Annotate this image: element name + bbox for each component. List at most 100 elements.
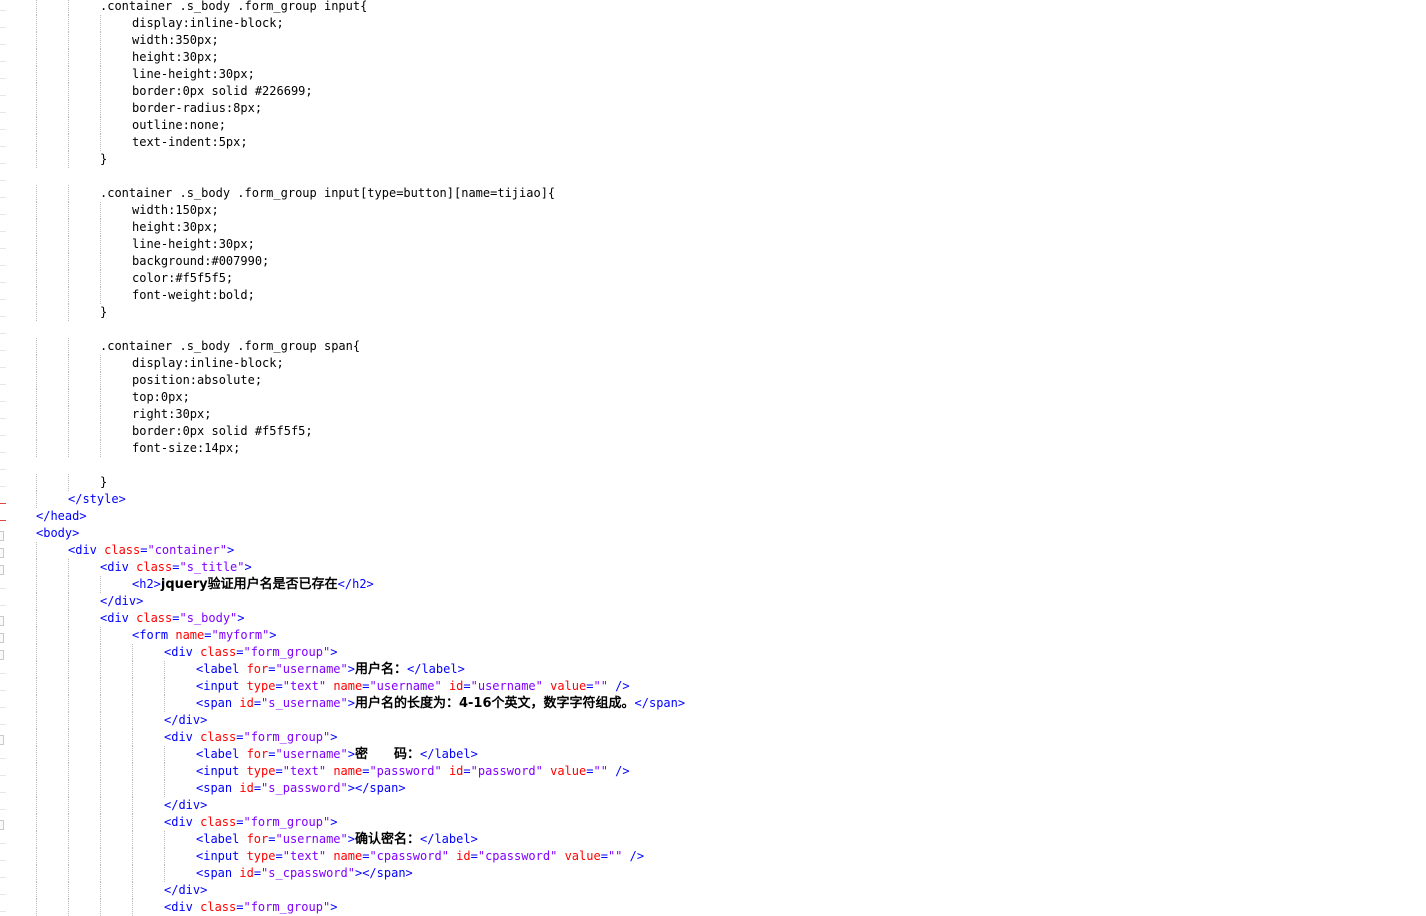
indent-guide bbox=[68, 899, 69, 916]
indent-guide bbox=[36, 372, 37, 389]
code-token-attr: name bbox=[175, 628, 205, 642]
code-line[interactable]: font-weight:bold; bbox=[132, 287, 255, 304]
code-token-text: top:0px; bbox=[132, 390, 190, 404]
code-line[interactable]: top:0px; bbox=[132, 389, 190, 406]
code-line[interactable]: line-height:30px; bbox=[132, 236, 255, 253]
code-line[interactable]: width:350px; bbox=[132, 32, 219, 49]
code-token-attr: value bbox=[564, 849, 601, 863]
code-token-attr: id bbox=[239, 866, 254, 880]
code-line[interactable]: <div class="form_group"> bbox=[164, 729, 337, 746]
code-line[interactable]: font-size:14px; bbox=[132, 440, 240, 457]
code-token-attr: id bbox=[239, 696, 254, 710]
code-line[interactable]: <input type="text" name="username" id="u… bbox=[196, 678, 630, 695]
code-line[interactable]: .container .s_body .form_group span{ bbox=[100, 338, 360, 355]
code-line[interactable]: outline:none; bbox=[132, 117, 226, 134]
indent-guide bbox=[36, 15, 37, 32]
code-line[interactable]: </style> bbox=[68, 491, 126, 508]
indent-guide bbox=[132, 695, 133, 712]
code-line[interactable]: border:0px solid #f5f5f5; bbox=[132, 423, 313, 440]
code-line[interactable]: height:30px; bbox=[132, 49, 219, 66]
code-line[interactable]: } bbox=[100, 151, 107, 168]
code-line[interactable]: <span id="s_password"></span> bbox=[196, 780, 406, 797]
code-line[interactable]: <label for="username">密 码：</label> bbox=[196, 746, 478, 763]
indent-guide bbox=[100, 236, 101, 253]
code-line[interactable]: } bbox=[100, 474, 107, 491]
code-line[interactable]: right:30px; bbox=[132, 406, 211, 423]
code-line[interactable]: } bbox=[100, 304, 107, 321]
code-token-str: "s_username" bbox=[261, 696, 348, 710]
code-line[interactable]: position:absolute; bbox=[132, 372, 262, 389]
indent-guide bbox=[68, 474, 69, 491]
indent-guide bbox=[36, 49, 37, 66]
indent-guide bbox=[100, 831, 101, 848]
indent-guide bbox=[36, 440, 37, 457]
code-line[interactable]: display:inline-block; bbox=[132, 15, 284, 32]
code-line[interactable]: <div class="s_body"> bbox=[100, 610, 245, 627]
code-line[interactable]: <label for="username">用户名：</label> bbox=[196, 661, 465, 678]
indent-guide bbox=[100, 100, 101, 117]
code-line[interactable]: <span id="s_cpassword"></span> bbox=[196, 865, 413, 882]
code-line[interactable]: <span id="s_username">用户名的长度为：4-16个英文，数字… bbox=[196, 695, 685, 712]
code-token-attr: for bbox=[246, 662, 269, 676]
indent-guide bbox=[36, 661, 37, 678]
code-line[interactable]: </div> bbox=[164, 712, 207, 729]
code-line[interactable]: </div> bbox=[164, 797, 207, 814]
code-line[interactable]: <label for="username">确认密名：</label> bbox=[196, 831, 478, 848]
indent-guide bbox=[132, 729, 133, 746]
code-line[interactable]: width:150px; bbox=[132, 202, 219, 219]
code-token-text: height:30px; bbox=[132, 220, 219, 234]
code-token-text: } bbox=[100, 305, 108, 319]
indent-guide bbox=[100, 202, 101, 219]
indent-guide bbox=[100, 882, 101, 899]
code-line[interactable]: </div> bbox=[164, 882, 207, 899]
code-token-attr: type bbox=[246, 849, 276, 863]
code-line[interactable]: <form name="myform"> bbox=[132, 627, 277, 644]
indent-guide bbox=[68, 661, 69, 678]
code-line[interactable]: <h2>jquery验证用户名是否已存在</h2> bbox=[132, 576, 374, 593]
indent-guide bbox=[36, 729, 37, 746]
indent-guide bbox=[68, 236, 69, 253]
code-token-tag: </label> bbox=[407, 662, 465, 676]
code-token-tag: <input bbox=[196, 679, 247, 693]
indent-guide bbox=[100, 644, 101, 661]
indent-guide bbox=[36, 763, 37, 780]
indent-guide bbox=[164, 865, 165, 882]
code-token-tag: = bbox=[268, 662, 276, 676]
code-line[interactable]: <div class="form_group"> bbox=[164, 814, 337, 831]
code-line[interactable]: <input type="text" name="cpassword" id="… bbox=[196, 848, 644, 865]
code-token-str: "username" bbox=[369, 679, 442, 693]
indent-guide bbox=[36, 882, 37, 899]
indent-guide bbox=[68, 814, 69, 831]
code-line[interactable]: border-radius:8px; bbox=[132, 100, 262, 117]
code-token-tag: <body> bbox=[36, 526, 80, 540]
code-line[interactable]: .container .s_body .form_group input{ bbox=[100, 0, 367, 15]
code-line[interactable]: display:inline-block; bbox=[132, 355, 284, 372]
code-line[interactable]: line-height:30px; bbox=[132, 66, 255, 83]
code-editor[interactable]: .container .s_body .form_group input{dis… bbox=[0, 0, 1426, 916]
code-line[interactable]: <div class="s_title"> bbox=[100, 559, 252, 576]
code-line[interactable]: color:#f5f5f5; bbox=[132, 270, 233, 287]
code-token-str: "text" bbox=[282, 764, 327, 778]
code-line[interactable]: </div> bbox=[100, 593, 143, 610]
code-line[interactable]: </head> bbox=[36, 508, 87, 525]
code-line[interactable]: border:0px solid #226699; bbox=[132, 83, 313, 100]
code-line[interactable]: .container .s_body .form_group input[typ… bbox=[100, 185, 555, 202]
code-line[interactable]: <div class="form_group"> bbox=[164, 899, 337, 916]
code-token-tag: <div bbox=[68, 543, 105, 557]
code-line[interactable]: height:30px; bbox=[132, 219, 219, 236]
code-line[interactable]: text-indent:5px; bbox=[132, 134, 248, 151]
code-line[interactable]: background:#007990; bbox=[132, 253, 269, 270]
indent-guide bbox=[68, 15, 69, 32]
code-token-attr: class bbox=[136, 560, 173, 574]
indent-guide bbox=[36, 83, 37, 100]
code-line[interactable]: <body> bbox=[36, 525, 79, 542]
code-token-tag: <form bbox=[132, 628, 176, 642]
indent-guide bbox=[100, 372, 101, 389]
indent-guide bbox=[68, 695, 69, 712]
code-token-attr: class bbox=[200, 645, 237, 659]
indent-guide bbox=[100, 848, 101, 865]
code-line[interactable]: <div class="container"> bbox=[68, 542, 234, 559]
code-line[interactable]: <div class="form_group"> bbox=[164, 644, 337, 661]
code-line[interactable]: <input type="text" name="password" id="p… bbox=[196, 763, 630, 780]
indent-guide bbox=[36, 423, 37, 440]
